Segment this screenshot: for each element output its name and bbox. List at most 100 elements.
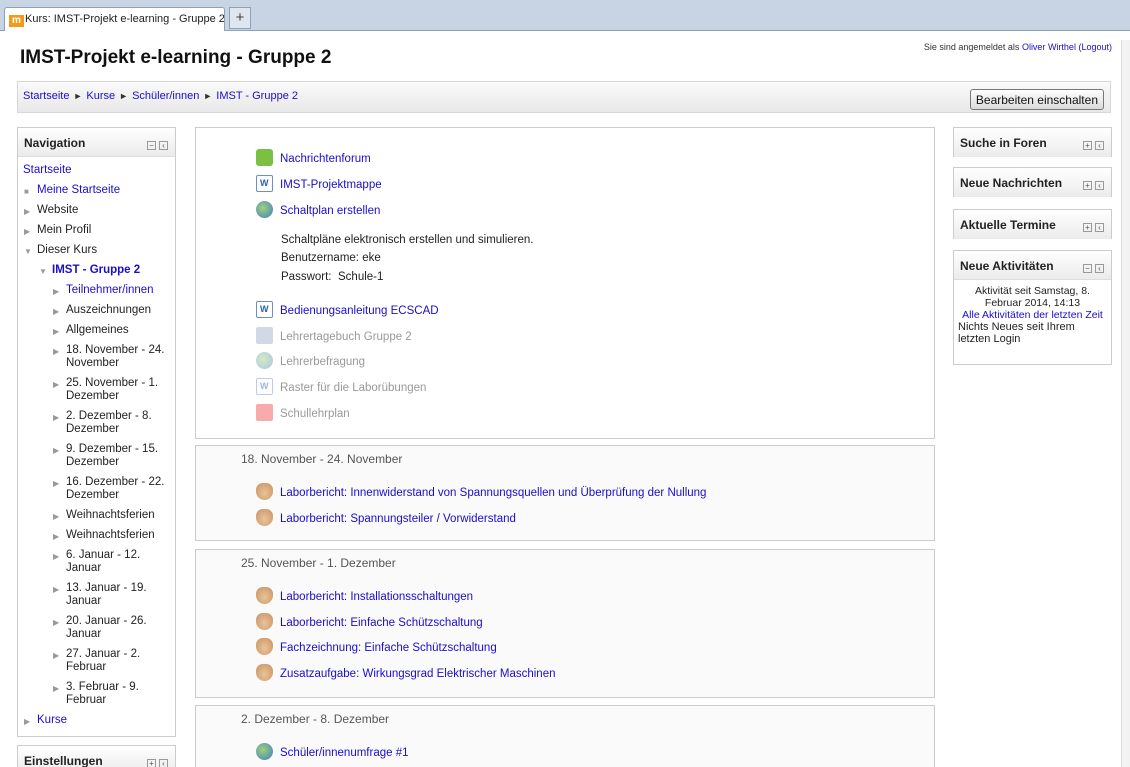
expand-arrow-icon[interactable]: ▶ <box>53 477 59 490</box>
expand-arrow-icon[interactable]: ▶ <box>53 583 59 596</box>
dock-icon[interactable]: ‹ <box>159 759 168 767</box>
course-section-general: Nachrichtenforum IMST-Projektmappe Schal… <box>195 127 935 439</box>
activity-link[interactable]: Fachzeichnung: Einfache Schützschaltung <box>280 642 497 654</box>
word-document-icon <box>256 175 273 192</box>
nav-item-section[interactable]: ▶ 16. Dezember - 22. Dezember <box>52 476 175 502</box>
user-link[interactable]: Oliver Wirthel <box>1022 42 1076 52</box>
block-controls: − ‹ <box>1080 260 1104 274</box>
expand-arrow-icon[interactable]: ▶ <box>53 530 59 543</box>
nav-item-this-course[interactable]: ▼ Dieser Kurs <box>23 244 175 257</box>
nav-item-section[interactable]: ▶ Allgemeines <box>52 324 175 337</box>
expand-arrow-icon[interactable]: ▶ <box>53 444 59 457</box>
nav-item-badges[interactable]: ▶ Auszeichnungen <box>52 304 175 317</box>
nav-item-label[interactable]: Startseite <box>23 164 72 176</box>
nav-item-course[interactable]: ▼ IMST - Gruppe 2 <box>38 264 175 277</box>
activity-link[interactable]: Bedienungsanleitung ECSCAD <box>280 305 439 317</box>
activity-link[interactable]: Lehrertagebuch Gruppe 2 <box>280 331 412 343</box>
breadcrumb-home[interactable]: Startseite <box>23 90 69 102</box>
expand-icon[interactable]: + <box>1083 181 1092 190</box>
browser-tab[interactable]: m Kurs: IMST-Projekt e-learning - Gruppe … <box>4 7 225 31</box>
assignment-icon <box>256 509 273 526</box>
edit-mode-button[interactable]: Bearbeiten einschalten <box>969 89 1104 110</box>
expand-icon[interactable]: + <box>1083 223 1092 232</box>
expand-arrow-icon[interactable]: ▶ <box>53 649 59 662</box>
nav-item-section[interactable]: ▶ 3. Februar - 9. Februar <box>52 681 175 707</box>
nav-item-section[interactable]: ▶ 2. Dezember - 8. Dezember <box>52 410 175 436</box>
nav-item-section[interactable]: ▶ 9. Dezember - 15. Dezember <box>52 443 175 469</box>
page-scrollbar[interactable] <box>1121 40 1130 767</box>
activity-link[interactable]: Schullehrplan <box>280 408 350 420</box>
section-title: 18. November - 24. November <box>241 452 403 466</box>
expand-arrow-icon[interactable]: ▶ <box>53 411 59 424</box>
dock-icon[interactable]: ‹ <box>1095 223 1104 232</box>
new-tab-button[interactable]: + <box>229 7 251 29</box>
page-title: IMST-Projekt e-learning - Gruppe 2 <box>20 47 332 68</box>
expand-icon[interactable]: + <box>1083 141 1092 150</box>
collapse-arrow-icon[interactable]: ▼ <box>24 245 32 258</box>
breadcrumb-category[interactable]: Schüler/innen <box>132 90 199 102</box>
nav-item-profile[interactable]: ▶ Mein Profil <box>23 224 175 237</box>
expand-arrow-icon[interactable]: ▶ <box>24 715 30 728</box>
expand-arrow-icon[interactable]: ▶ <box>24 205 30 218</box>
logout-link[interactable]: (Logout) <box>1078 42 1112 52</box>
activity-link[interactable]: Lehrerbefragung <box>280 356 365 368</box>
expand-arrow-icon[interactable]: ▶ <box>53 325 59 338</box>
activity-link[interactable]: Laborbericht: Installationsschaltungen <box>280 591 473 603</box>
dock-icon[interactable]: ‹ <box>1095 141 1104 150</box>
breadcrumb-separator: ► <box>203 91 213 101</box>
dock-icon[interactable]: ‹ <box>159 141 168 150</box>
expand-arrow-icon[interactable]: ▶ <box>53 510 59 523</box>
nav-item-label[interactable]: Teilnehmer/innen <box>66 284 154 296</box>
nav-item-participants[interactable]: ▶ Teilnehmer/innen <box>52 284 175 297</box>
block-controls: + ‹ <box>1080 219 1104 233</box>
breadcrumb-courses[interactable]: Kurse <box>86 90 115 102</box>
word-document-icon <box>256 301 273 318</box>
nav-item-home[interactable]: Startseite <box>23 164 175 177</box>
all-activity-link[interactable]: Alle Aktivitäten der letzten Zeit <box>962 309 1103 321</box>
activity-link[interactable]: Schüler/innenumfrage #1 <box>280 747 409 759</box>
nav-item-label[interactable]: IMST - Gruppe 2 <box>52 264 140 276</box>
expand-arrow-icon[interactable]: ▶ <box>53 616 59 629</box>
expand-arrow-icon[interactable]: ▶ <box>53 305 59 318</box>
nav-item-label[interactable]: Meine Startseite <box>37 184 120 196</box>
activity-link[interactable]: Laborbericht: Spannungsteiler / Vorwider… <box>280 513 516 525</box>
password-label: Passwort: <box>281 271 332 283</box>
activity-link[interactable]: Raster für die Laborübungen <box>280 382 426 394</box>
activity-link[interactable]: Laborbericht: Einfache Schützschaltung <box>280 617 483 629</box>
nav-item-website[interactable]: ▶ Website <box>23 204 175 217</box>
nav-item-section[interactable]: ▶ 27. Januar - 2. Februar <box>52 648 175 674</box>
breadcrumb-course[interactable]: IMST - Gruppe 2 <box>216 90 298 102</box>
browser-tab-strip: m Kurs: IMST-Projekt e-learning - Gruppe … <box>0 0 1130 31</box>
dock-icon[interactable]: ‹ <box>1095 264 1104 273</box>
nav-item-my-home[interactable]: ■ Meine Startseite <box>23 184 175 197</box>
expand-arrow-icon[interactable]: ▶ <box>53 285 59 298</box>
nav-item-courses[interactable]: ▶ Kurse <box>23 714 175 727</box>
username-value: eke <box>362 252 381 264</box>
nav-item-section[interactable]: ▶ 18. November - 24. November <box>52 344 175 370</box>
nav-item-section[interactable]: ▶ 20. Januar - 26. Januar <box>52 615 175 641</box>
nav-item-label: Website <box>37 204 79 216</box>
nav-item-section[interactable]: ▶ 25. November - 1. Dezember <box>52 377 175 403</box>
activity-link[interactable]: Zusatzaufgabe: Wirkungsgrad Elektrischer… <box>280 668 556 680</box>
activity-link[interactable]: IMST-Projektmappe <box>280 179 382 191</box>
expand-icon[interactable]: + <box>147 759 156 767</box>
nav-item-section[interactable]: ▶ 13. Januar - 19. Januar <box>52 582 175 608</box>
expand-arrow-icon[interactable]: ▶ <box>24 225 30 238</box>
nav-item-label[interactable]: Kurse <box>37 714 67 726</box>
activity-link[interactable]: Nachrichtenforum <box>280 153 371 165</box>
collapse-arrow-icon[interactable]: ▼ <box>39 265 47 278</box>
collapse-icon[interactable]: − <box>1083 264 1092 273</box>
expand-arrow-icon[interactable]: ▶ <box>53 550 59 563</box>
nav-item-section[interactable]: ▶ Weihnachtsferien <box>52 529 175 542</box>
nav-item-section[interactable]: ▶ Weihnachtsferien <box>52 509 175 522</box>
expand-arrow-icon[interactable]: ▶ <box>53 682 59 695</box>
assignment-icon <box>256 613 273 630</box>
dock-icon[interactable]: ‹ <box>1095 181 1104 190</box>
expand-arrow-icon[interactable]: ▶ <box>53 378 59 391</box>
activity-link[interactable]: Schaltplan erstellen <box>280 205 380 217</box>
activity-link[interactable]: Laborbericht: Innenwiderstand von Spannu… <box>280 487 706 499</box>
navigation-tree: Startseite ■ Meine Startseite ▶ Website ▶ M… <box>18 157 175 727</box>
nav-item-section[interactable]: ▶ 6. Januar - 12. Januar <box>52 549 175 575</box>
collapse-icon[interactable]: − <box>147 141 156 150</box>
expand-arrow-icon[interactable]: ▶ <box>53 345 59 358</box>
